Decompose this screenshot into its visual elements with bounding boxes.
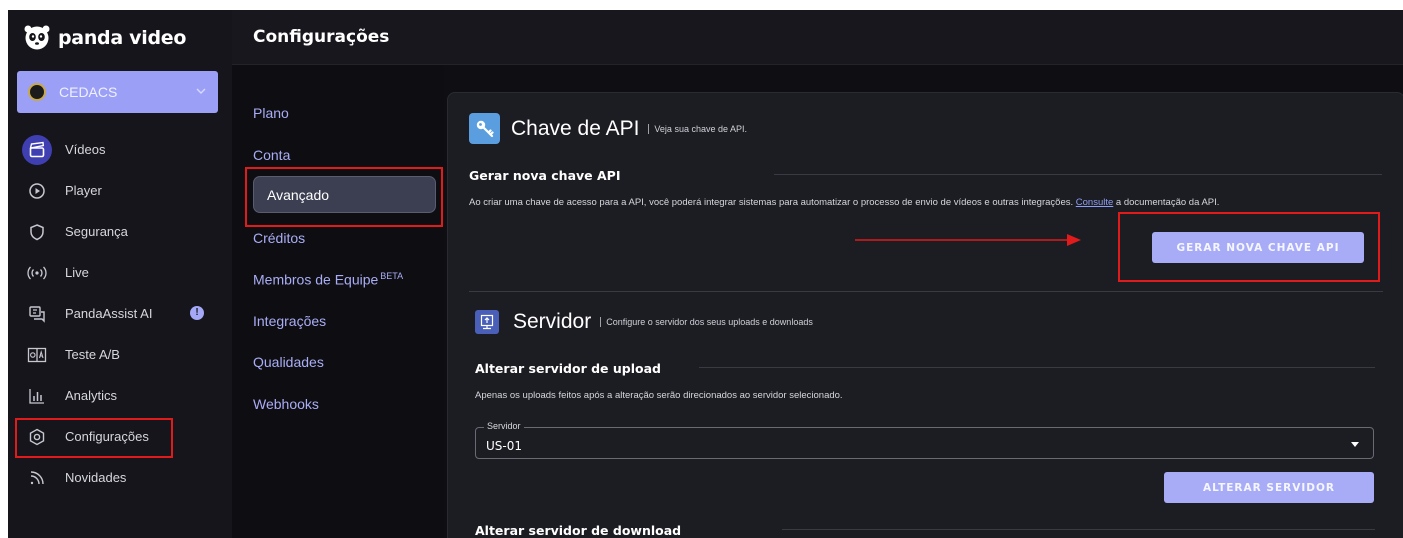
sidebar-item-pandaassist[interactable]: PandaAssist AI ! [8, 293, 232, 334]
nav-list: Vídeos Player Segurança Live PandaAssist… [8, 129, 232, 498]
org-name: CEDACS [59, 84, 118, 100]
settings-item-qualidades[interactable]: Qualidades [253, 354, 324, 370]
chat-assistant-icon [25, 302, 49, 326]
sidebar-item-ab-test[interactable]: Teste A/B [8, 334, 232, 375]
sidebar-item-player[interactable]: Player [8, 170, 232, 211]
server-section-title: Servidor [513, 310, 592, 333]
sidebar: CEDACS Vídeos Player Segurança Live Pand… [8, 65, 232, 538]
change-server-button[interactable]: ALTERAR SERVIDOR [1164, 472, 1374, 503]
sidebar-item-settings[interactable]: Configurações [8, 416, 232, 457]
settings-item-webhooks[interactable]: Webhooks [253, 396, 319, 412]
settings-item-creditos[interactable]: Créditos [253, 230, 305, 246]
shield-icon [25, 220, 49, 244]
sidebar-item-label: Segurança [65, 224, 128, 239]
sidebar-item-analytics[interactable]: Analytics [8, 375, 232, 416]
api-section-title: Chave de API [511, 116, 640, 140]
key-icon [469, 113, 500, 144]
org-selector[interactable]: CEDACS [17, 71, 218, 113]
sidebar-item-security[interactable]: Segurança [8, 211, 232, 252]
server-section-header: Servidor Configure o servidor dos seus u… [475, 310, 813, 334]
brand-area[interactable]: panda video [8, 10, 232, 65]
server-upload-icon [475, 310, 499, 334]
settings-item-membros[interactable]: Membros de Equipe BETA [253, 271, 403, 288]
sidebar-item-live[interactable]: Live [8, 252, 232, 293]
sidebar-item-label: Player [65, 183, 102, 198]
app-window: panda video Configurações CEDACS Vídeos [8, 10, 1403, 538]
broadcast-icon [25, 261, 49, 285]
alert-badge: ! [190, 306, 204, 320]
settings-item-label: Membros de Equipe [253, 271, 379, 288]
divider [469, 291, 1383, 292]
download-server-title: Alterar servidor de download [475, 523, 682, 538]
bar-chart-icon [25, 384, 49, 408]
server-select-value: US-01 [486, 439, 522, 453]
chevron-down-icon [196, 88, 206, 94]
settings-item-integracoes[interactable]: Integrações [253, 313, 326, 329]
api-section-subtitle: Veja sua chave de API. [648, 123, 747, 134]
divider [774, 174, 1382, 175]
settings-item-conta[interactable]: Conta [253, 147, 290, 163]
rss-icon [25, 466, 49, 490]
api-description: Ao criar uma chave de acesso para a API,… [469, 197, 1219, 208]
caret-down-icon [1351, 442, 1359, 447]
sidebar-item-label: PandaAssist AI [65, 306, 153, 321]
sidebar-item-news[interactable]: Novidades [8, 457, 232, 498]
sidebar-item-label: Analytics [65, 388, 118, 403]
brand-name: panda video [58, 26, 187, 49]
beta-badge: BETA [380, 271, 404, 281]
settings-hexagon-icon [25, 425, 49, 449]
top-header: Configurações [232, 10, 1403, 65]
docs-link[interactable]: Consulte [1076, 197, 1114, 208]
sidebar-item-label: Teste A/B [65, 347, 120, 362]
settings-item-plano[interactable]: Plano [253, 105, 289, 121]
org-avatar [28, 83, 46, 101]
api-section-header: Chave de API Veja sua chave de API. [469, 113, 747, 144]
panda-face-icon [22, 25, 52, 51]
settings-menu: Plano Conta Avançado Créditos Membros de… [232, 65, 444, 538]
divider [782, 529, 1375, 530]
sidebar-item-videos[interactable]: Vídeos [8, 129, 232, 170]
settings-item-avancado[interactable]: Avançado [253, 176, 436, 213]
divider [699, 367, 1375, 368]
main-content: Chave de API Veja sua chave de API. Gera… [444, 65, 1403, 538]
upload-server-title: Alterar servidor de upload [475, 361, 661, 376]
page-title: Configurações [253, 27, 390, 47]
generate-api-key-button[interactable]: GERAR NOVA CHAVE API [1152, 232, 1364, 263]
upload-server-description: Apenas os uploads feitos após a alteraçã… [475, 390, 843, 401]
sidebar-item-label: Configurações [65, 429, 149, 444]
api-description-text-after: a documentação da API. [1113, 197, 1220, 208]
server-select[interactable]: Servidor US-01 [475, 421, 1374, 459]
server-select-label: Servidor [484, 421, 524, 431]
server-section-subtitle: Configure o servidor dos seus uploads e … [600, 317, 813, 327]
sidebar-item-label: Novidades [65, 470, 127, 485]
settings-card: Chave de API Veja sua chave de API. Gera… [447, 92, 1403, 538]
settings-item-label: Avançado [267, 186, 330, 203]
api-description-text: Ao criar uma chave de acesso para a API,… [469, 197, 1076, 208]
play-circle-icon [25, 179, 49, 203]
sidebar-item-label: Vídeos [65, 142, 106, 157]
sidebar-item-label: Live [65, 265, 89, 280]
clapperboard-icon [22, 134, 52, 165]
ab-test-icon [25, 343, 49, 367]
generate-key-title: Gerar nova chave API [469, 168, 621, 183]
